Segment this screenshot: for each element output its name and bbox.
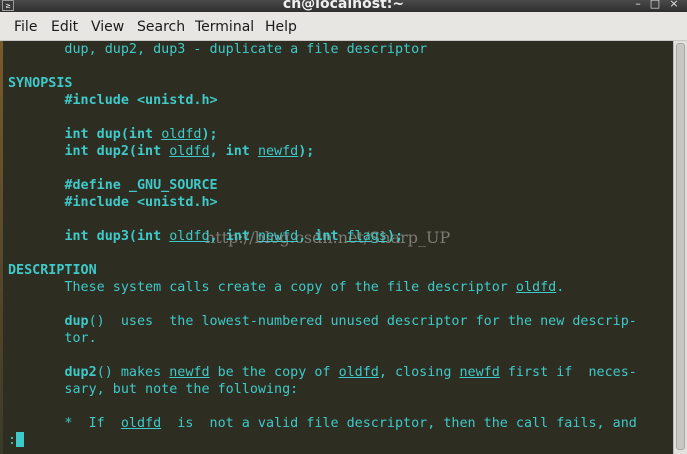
terminal-line: SYNOPSIS: [8, 75, 73, 92]
terminal-text-segment: newfd: [459, 365, 500, 380]
text-cursor: [16, 432, 25, 447]
terminal-output[interactable]: http://blog.csdn.net/Sharp_UP dup, dup2,…: [0, 41, 673, 454]
maximize-icon[interactable]: □: [649, 0, 661, 10]
title-bar[interactable]: ≥ ch@localhost:~ – □ ×: [0, 0, 687, 12]
terminal-text-segment: dup, dup2, dup3 - duplicate a file descr…: [8, 42, 428, 57]
terminal-line: * If oldfd is not a valid file descripto…: [8, 415, 637, 432]
terminal-line: DESCRIPTION: [8, 262, 97, 279]
terminal-line: dup, dup2, dup3 - duplicate a file descr…: [8, 41, 427, 58]
terminal-line: tor.: [8, 330, 97, 347]
terminal-text-segment: );: [386, 229, 404, 244]
terminal-text-segment: oldfd: [169, 144, 210, 159]
terminal-line: #include <unistd.h>: [8, 194, 218, 211]
terminal-text-segment: sary, but note the following:: [8, 382, 299, 397]
terminal-text-segment: int dup3(int: [64, 229, 170, 244]
window-left-edge: [0, 41, 3, 454]
terminal-text-segment: newfd: [257, 229, 299, 244]
terminal-line: int dup2(int oldfd, int newfd);: [8, 143, 314, 160]
terminal-text-segment: oldfd: [169, 229, 210, 244]
terminal-text-segment: DESCRIPTION: [8, 263, 97, 278]
terminal-text-segment: int dup(int: [64, 127, 162, 142]
minimize-icon[interactable]: –: [632, 0, 644, 10]
terminal-text-segment: oldfd: [161, 127, 202, 142]
terminal-text-segment: dup2: [64, 365, 97, 380]
scrollbar-thumb[interactable]: [676, 43, 685, 450]
terminal-text-segment: oldfd: [338, 365, 379, 380]
menu-search[interactable]: Search: [137, 19, 185, 35]
vertical-scrollbar[interactable]: [673, 41, 687, 454]
terminal-text-segment: SYNOPSIS: [8, 76, 73, 91]
terminal-text-segment: () makes: [96, 365, 170, 380]
terminal-line: int dup(int oldfd);: [8, 126, 218, 143]
terminal-text-segment: );: [201, 127, 218, 142]
terminal-text-segment: newfd: [169, 365, 210, 380]
terminal-text-segment: These system calls create a copy of the …: [8, 280, 516, 295]
terminal-text-segment: oldfd: [120, 416, 162, 431]
terminal-text-segment: () uses the lowest-numbered unused descr…: [88, 314, 637, 329]
terminal-text-segment: #include <unistd.h>: [64, 93, 218, 108]
terminal-text-segment: tor.: [8, 331, 97, 346]
terminal-window: ≥ ch@localhost:~ – □ × File Edit View Se…: [0, 0, 687, 454]
menu-edit[interactable]: Edit: [51, 19, 78, 35]
terminal-text-segment: , int: [209, 229, 258, 244]
terminal-line: sary, but note the following:: [8, 381, 298, 398]
terminal-text-segment: , int: [298, 229, 347, 244]
terminal-line: dup2() makes newfd be the copy of oldfd,…: [8, 364, 637, 381]
terminal-text-segment: #define _GNU_SOURCE: [64, 178, 218, 193]
terminal-text-segment: oldfd: [515, 280, 557, 295]
terminal-text-segment: , closing: [378, 365, 460, 380]
terminal-text-segment: , int: [209, 144, 258, 159]
terminal-line: int dup3(int oldfd, int newfd, int flags…: [8, 228, 403, 245]
menu-terminal[interactable]: Terminal: [195, 19, 254, 35]
terminal-text-segment: be the copy of: [209, 365, 339, 380]
window-title: ch@localhost:~: [282, 0, 405, 12]
terminal-line: #define _GNU_SOURCE: [8, 177, 218, 194]
terminal-line: #include <unistd.h>: [8, 92, 218, 109]
menu-help[interactable]: Help: [265, 19, 297, 35]
terminal-text-segment: dup: [64, 314, 89, 329]
terminal-text-segment: .: [556, 280, 565, 295]
terminal-text-segment: newfd: [257, 144, 299, 159]
menu-view[interactable]: View: [91, 19, 124, 35]
terminal-text-segment: first if neces-: [499, 365, 637, 380]
menu-bar: File Edit View Search Terminal Help: [0, 12, 687, 41]
terminal-text-segment: * If: [8, 416, 121, 431]
close-icon[interactable]: ×: [668, 0, 680, 10]
pager-prompt-line[interactable]: :: [8, 432, 25, 449]
terminal-text-segment: is not a valid file descriptor, then the…: [161, 416, 637, 431]
terminal-text-segment: );: [298, 144, 315, 159]
terminal-line: These system calls create a copy of the …: [8, 279, 564, 296]
terminal-line: dup() uses the lowest-numbered unused de…: [8, 313, 637, 330]
pager-prompt: :: [8, 433, 17, 448]
terminal-text-segment: int dup2(int: [64, 144, 170, 159]
menu-file[interactable]: File: [14, 19, 37, 35]
terminal-text-segment: flags: [346, 229, 387, 244]
terminal-text-segment: #include <unistd.h>: [64, 195, 218, 210]
